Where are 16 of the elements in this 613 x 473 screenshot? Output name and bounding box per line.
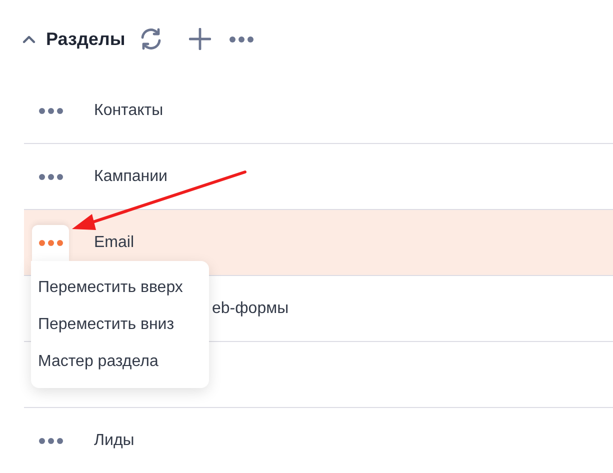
chevron-up-icon bbox=[22, 34, 36, 44]
add-button[interactable] bbox=[189, 28, 212, 50]
section-name: Email bbox=[94, 234, 134, 252]
section-name: Кампании bbox=[94, 168, 168, 186]
collapse-toggle[interactable] bbox=[22, 34, 36, 44]
more-icon bbox=[229, 36, 254, 42]
menu-item[interactable]: Переместить вверх bbox=[31, 269, 209, 306]
section-name: eb-формы bbox=[212, 300, 289, 318]
row-menu-button[interactable] bbox=[32, 224, 69, 262]
more-button[interactable] bbox=[229, 36, 254, 42]
section-title: Разделы bbox=[46, 28, 126, 50]
section-name: Контакты bbox=[94, 102, 164, 120]
menu-item[interactable]: Мастер раздела bbox=[31, 343, 209, 380]
section-name: Лиды bbox=[94, 432, 134, 450]
menu-item[interactable]: Переместить вниз bbox=[31, 306, 209, 343]
refresh-button[interactable] bbox=[139, 27, 164, 51]
